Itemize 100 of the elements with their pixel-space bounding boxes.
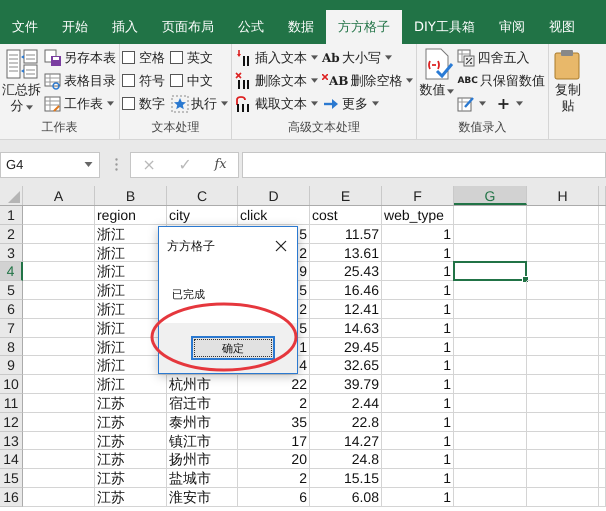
ribbon-button[interactable]: 复制 贴 bbox=[550, 46, 585, 116]
table-cell: 1 bbox=[382, 412, 454, 432]
table-cell: 江苏 bbox=[95, 488, 167, 507]
table-cell: 1 bbox=[382, 394, 454, 413]
checkbox[interactable]: 英文 bbox=[170, 48, 216, 66]
table-cell bbox=[23, 281, 95, 300]
row-header[interactable]: 11 bbox=[0, 394, 23, 413]
ribbon-button[interactable]: 插入文本 bbox=[234, 48, 319, 66]
table-cell: 22.8 bbox=[310, 412, 382, 432]
ribbon-button[interactable] bbox=[456, 94, 488, 112]
row-header[interactable]: 10 bbox=[0, 375, 23, 394]
table-cell bbox=[527, 375, 599, 394]
table-cell: 12.41 bbox=[310, 300, 382, 319]
table-cell bbox=[527, 488, 599, 507]
table-cell: 1 bbox=[382, 244, 454, 262]
column-header[interactable]: A bbox=[23, 186, 95, 205]
table-cell: 江苏 bbox=[95, 394, 167, 413]
ribbon-tab[interactable]: 插入 bbox=[100, 10, 150, 44]
group-label: 文本处理 bbox=[150, 119, 200, 136]
table-cell: region bbox=[95, 206, 167, 225]
table-cell: 盐城市 bbox=[167, 469, 238, 488]
table-cell bbox=[23, 224, 95, 244]
row-header[interactable]: 8 bbox=[0, 338, 23, 356]
table-cell bbox=[23, 375, 95, 394]
column-header[interactable]: H bbox=[527, 186, 599, 205]
table-cell: 11.57 bbox=[310, 224, 382, 244]
table-cell bbox=[23, 338, 95, 356]
table-cell: 22 bbox=[238, 375, 310, 394]
table-cell: 14.63 bbox=[310, 318, 382, 338]
ribbon-tab[interactable]: 开始 bbox=[50, 10, 100, 44]
row-header[interactable]: 1 bbox=[0, 206, 23, 225]
ribbon-tab[interactable]: 视图 bbox=[536, 10, 587, 44]
ribbon-button[interactable]: 删除文本 bbox=[234, 72, 319, 90]
table-cell: 杭州市 bbox=[167, 375, 238, 394]
close-icon[interactable] bbox=[275, 240, 287, 252]
row-header[interactable]: 5 bbox=[0, 281, 23, 300]
ribbon-tab[interactable]: 文件 bbox=[0, 10, 50, 44]
checkbox[interactable]: 中文 bbox=[170, 72, 216, 90]
ribbon-button[interactable]: 数值 bbox=[419, 46, 454, 100]
row-header[interactable]: 16 bbox=[0, 488, 23, 507]
column-header[interactable]: D bbox=[238, 186, 310, 205]
row-header[interactable]: 2 bbox=[0, 224, 23, 244]
insert-function-button[interactable]: fx bbox=[211, 157, 230, 172]
table-cell: 1 bbox=[382, 318, 454, 338]
ribbon-button[interactable]: 表格目录 bbox=[43, 72, 117, 90]
row-header[interactable]: 14 bbox=[0, 450, 23, 470]
table-cell: 江苏 bbox=[95, 432, 167, 450]
table-cell: 1 bbox=[382, 300, 454, 319]
table-cell: 16.46 bbox=[310, 281, 382, 300]
ribbon-button[interactable]: Ab 大小写 bbox=[321, 48, 393, 66]
table-cell: 32.65 bbox=[310, 356, 382, 376]
column-header[interactable]: C bbox=[167, 186, 238, 205]
table-cell: web_type bbox=[382, 206, 454, 225]
table-cell: 镇江市 bbox=[167, 432, 238, 450]
table-cell bbox=[23, 450, 95, 470]
ribbon-tab[interactable]: 页面布局 bbox=[150, 10, 226, 44]
table-cell bbox=[527, 338, 599, 356]
column-header[interactable]: G bbox=[454, 186, 527, 205]
ribbon-tab[interactable]: 数据 bbox=[276, 10, 326, 44]
ribbon-button[interactable]: AB 删除空格 bbox=[321, 72, 414, 90]
name-box[interactable]: G4 bbox=[0, 152, 100, 178]
table-cell: 1 bbox=[382, 432, 454, 450]
table-cell: 1 bbox=[382, 356, 454, 376]
table-cell bbox=[23, 412, 95, 432]
ribbon-button[interactable]: 汇总拆 分 bbox=[2, 46, 41, 116]
dialog-title: 方方格子 bbox=[167, 238, 215, 254]
ribbon-tab[interactable]: 公式 bbox=[226, 10, 276, 44]
checkbox[interactable]: 数字 bbox=[122, 94, 168, 112]
row-header[interactable]: 15 bbox=[0, 469, 23, 488]
row-header[interactable]: 7 bbox=[0, 318, 23, 338]
ribbon-button[interactable]: 工作表 bbox=[43, 94, 115, 112]
ribbon-button[interactable]: 四舍五入 bbox=[456, 48, 530, 66]
ribbon-button[interactable]: 另存本表 bbox=[43, 48, 117, 66]
table-cell: 1 bbox=[382, 375, 454, 394]
select-all-icon[interactable] bbox=[8, 191, 20, 203]
checkbox[interactable]: 符号 bbox=[122, 72, 168, 90]
ribbon-tab[interactable]: 审阅 bbox=[486, 10, 537, 44]
ribbon-button[interactable]: + bbox=[493, 94, 524, 113]
ribbon-tab[interactable]: DIY工具箱 bbox=[402, 10, 487, 44]
table-cell bbox=[527, 281, 599, 300]
ribbon-button[interactable]: 执行 bbox=[170, 94, 229, 112]
table-cell bbox=[527, 300, 599, 319]
table-cell: 2 bbox=[238, 394, 310, 413]
row-header[interactable]: 6 bbox=[0, 300, 23, 319]
row-header[interactable]: 3 bbox=[0, 244, 23, 262]
ribbon-button[interactable]: 更多 bbox=[321, 94, 380, 112]
ok-button[interactable]: 确定 bbox=[191, 336, 275, 360]
formula-field[interactable] bbox=[242, 152, 606, 178]
row-header[interactable]: 12 bbox=[0, 412, 23, 432]
ribbon-button[interactable]: 截取文本 bbox=[234, 94, 319, 112]
row-header[interactable]: 4 bbox=[0, 262, 23, 282]
checkbox[interactable]: 空格 bbox=[122, 48, 168, 66]
row-header[interactable]: 9 bbox=[0, 356, 23, 376]
table-cell: cost bbox=[310, 206, 382, 225]
drag-handle-icon[interactable] bbox=[115, 158, 118, 171]
ribbon-tab[interactable]: 方方格子 bbox=[326, 10, 402, 44]
row-header[interactable]: 13 bbox=[0, 432, 23, 450]
column-header[interactable]: B bbox=[95, 186, 167, 205]
table-cell bbox=[527, 262, 599, 282]
column-header[interactable]: E bbox=[310, 186, 382, 205]
